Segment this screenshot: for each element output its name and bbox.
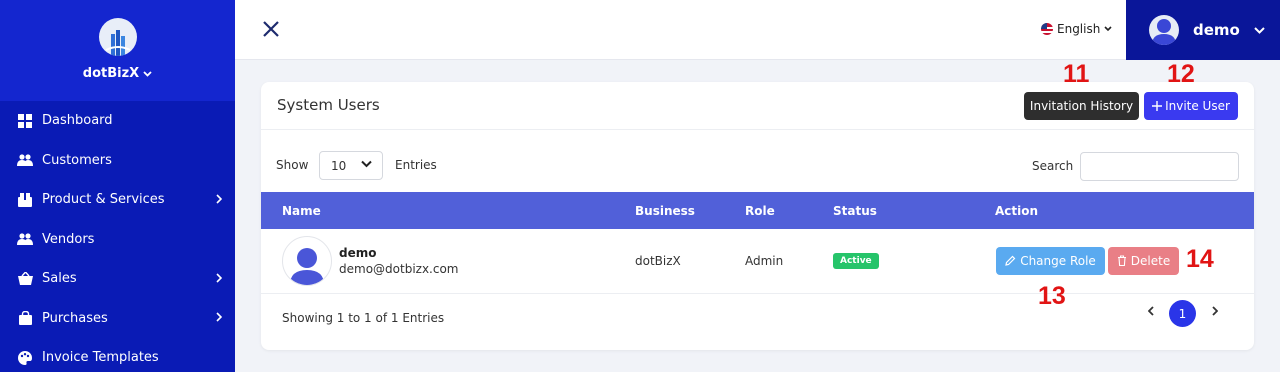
annotation-12: 12 [1167, 60, 1195, 88]
column-header-business[interactable]: Business [635, 192, 745, 229]
brand-name: dotBizX [82, 66, 140, 81]
search-label: Search [1032, 159, 1074, 173]
sidebar-item-products[interactable]: Product & Services [0, 180, 235, 220]
sidebar-item-label: Invoice Templates [42, 350, 159, 366]
trash-icon [1117, 255, 1126, 267]
user-avatar-icon [1152, 19, 1176, 45]
table-controls: Show 10 Entries Search [261, 130, 1254, 192]
sidebar-item-vendors[interactable]: Vendors [0, 220, 235, 260]
entries-label: Entries [395, 158, 437, 172]
user-name: demo [339, 245, 377, 260]
users-icon [17, 231, 33, 247]
annotation-11: 11 [1063, 60, 1090, 88]
page-title: System Users [277, 96, 380, 114]
page-size-value: 10 [331, 158, 347, 173]
previous-page-button[interactable] [1144, 304, 1158, 318]
action-cell: Change Role Delete [995, 229, 1254, 293]
invitation-history-button[interactable]: Invitation History [1024, 92, 1139, 120]
chevron-right-icon [1212, 306, 1218, 316]
chevron-down-icon [1254, 26, 1265, 34]
page-size-select[interactable]: 10 [319, 151, 383, 180]
basket-icon [17, 271, 33, 287]
business-cell: dotBizX [635, 253, 681, 268]
delete-label: Delete [1130, 253, 1171, 268]
close-icon [263, 21, 279, 37]
close-sidebar-button[interactable] [261, 19, 281, 39]
show-label: Show [276, 158, 309, 172]
sidebar-item-label: Sales [42, 271, 77, 287]
invite-user-button[interactable]: Invite User [1144, 92, 1238, 120]
bag-icon [17, 310, 33, 326]
invite-user-label: Invite User [1165, 99, 1230, 113]
page-1-button[interactable]: 1 [1169, 300, 1196, 327]
name-cell: demo demo@dotbizx.com [261, 229, 635, 293]
building-icon [105, 30, 130, 56]
system-users-card: System Users Invitation History Invite U… [261, 82, 1254, 350]
plus-icon [1152, 101, 1163, 111]
change-role-label: Change Role [1020, 253, 1096, 268]
chevron-right-icon [216, 311, 223, 325]
users-table: Name Business Role Status Action demo de… [261, 192, 1254, 294]
sidebar-item-invoice-templates[interactable]: Invoice Templates [0, 338, 235, 372]
annotation-13: 13 [1038, 282, 1066, 310]
sidebar-item-label: Vendors [42, 231, 95, 247]
users-icon [17, 152, 33, 168]
column-header-role[interactable]: Role [745, 192, 833, 229]
delete-button[interactable]: Delete [1108, 246, 1179, 275]
language-label: English [1057, 22, 1101, 36]
table-header-row: Name Business Role Status Action [261, 192, 1254, 229]
palette-icon [17, 350, 33, 366]
company-switcher[interactable]: dotBizX [83, 66, 152, 81]
sidebar-item-customers[interactable]: Customers [0, 141, 235, 181]
sidebar-item-label: Product & Services [42, 192, 165, 208]
status-badge: Active [833, 253, 879, 270]
brand-header: dotBizX [0, 0, 235, 101]
avatar [1149, 15, 1179, 45]
sidebar-item-label: Dashboard [42, 113, 113, 129]
language-selector[interactable]: English [1041, 22, 1112, 36]
box-icon [17, 192, 33, 208]
column-header-spacer [1115, 192, 1254, 229]
column-header-status[interactable]: Status [833, 192, 995, 229]
pencil-icon [1005, 255, 1016, 267]
search-input[interactable] [1080, 152, 1239, 181]
table-row: demo demo@dotbizx.com dotBizX Admin Acti… [261, 229, 1254, 293]
chevron-down-icon [361, 160, 372, 168]
user-email: demo@dotbizx.com [339, 261, 459, 276]
sidebar-item-sales[interactable]: Sales [0, 259, 235, 299]
card-header: System Users Invitation History Invite U… [261, 82, 1254, 130]
next-page-button[interactable] [1208, 304, 1222, 318]
us-flag-icon [1041, 23, 1053, 35]
top-bar: English demo [235, 0, 1280, 60]
company-logo[interactable] [98, 18, 137, 56]
user-name: demo [1193, 21, 1240, 39]
chevron-down-icon [143, 70, 152, 77]
user-menu[interactable]: demo [1126, 0, 1280, 60]
grid-icon [17, 113, 33, 129]
avatar [282, 235, 332, 286]
user-avatar-icon [290, 247, 324, 285]
sidebar-item-label: Purchases [42, 310, 108, 326]
chevron-left-icon [1148, 306, 1154, 316]
role-cell: Admin [745, 253, 784, 268]
pagination-summary: Showing 1 to 1 of 1 Entries [282, 311, 445, 325]
sidebar-nav: Dashboard Customers Product & Services V… [0, 101, 235, 372]
column-header-name[interactable]: Name [261, 192, 635, 229]
sidebar-item-label: Customers [42, 152, 112, 168]
chevron-down-icon [1104, 26, 1112, 32]
chevron-right-icon [216, 272, 223, 286]
column-header-action: Action [995, 203, 1039, 218]
sidebar: dotBizX Dashboard Customers Product & Se… [0, 0, 235, 372]
chevron-right-icon [216, 193, 223, 207]
status-cell: Active [833, 229, 995, 293]
sidebar-item-purchases[interactable]: Purchases [0, 299, 235, 339]
change-role-button[interactable]: Change Role [996, 246, 1105, 275]
annotation-14: 14 [1186, 245, 1214, 273]
sidebar-item-dashboard[interactable]: Dashboard [0, 101, 235, 141]
